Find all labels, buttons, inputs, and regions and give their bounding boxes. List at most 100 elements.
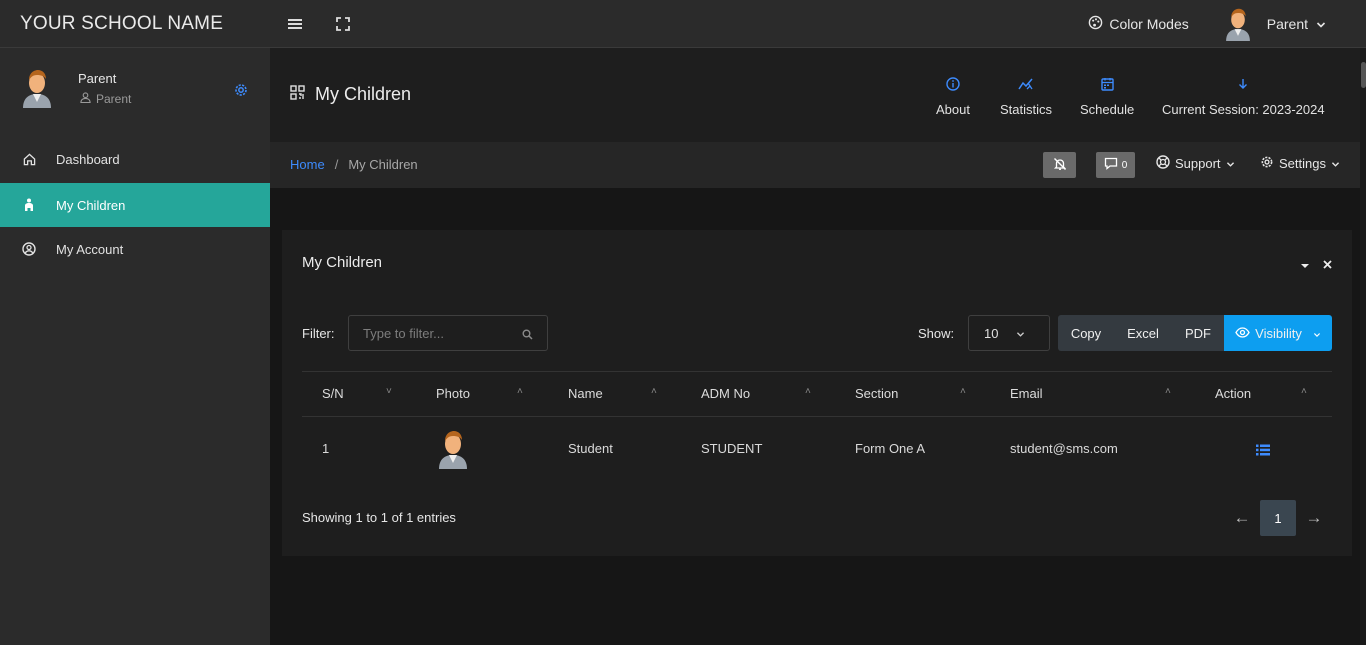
cell-name: Student bbox=[568, 441, 613, 456]
hamburger-menu-icon[interactable] bbox=[283, 12, 307, 36]
previous-page-button[interactable]: ← bbox=[1224, 500, 1260, 536]
sidebar-item-label: Dashboard bbox=[56, 151, 120, 167]
top-bar: YOUR SCHOOL NAME Color Modes Parent bbox=[0, 0, 1366, 48]
settings-label: Settings bbox=[1279, 156, 1326, 171]
chat-icon bbox=[1104, 157, 1118, 173]
sidebar-role-label: Parent bbox=[96, 92, 132, 106]
column-header-email[interactable]: Email bbox=[1010, 386, 1043, 401]
show-label: Show: bbox=[918, 326, 955, 341]
sidebar-user-name: Parent bbox=[78, 71, 117, 86]
lifebuoy-icon bbox=[1156, 155, 1170, 172]
home-icon bbox=[21, 151, 37, 167]
header-link-label: Statistics bbox=[1000, 102, 1053, 117]
chart-icon bbox=[1018, 76, 1034, 92]
child-icon bbox=[21, 197, 37, 213]
sidebar: Parent Parent Dashboard My Children My A… bbox=[0, 48, 270, 645]
cell-sn: 1 bbox=[322, 441, 330, 456]
support-label: Support bbox=[1175, 156, 1221, 171]
pdf-button[interactable]: PDF bbox=[1172, 315, 1224, 351]
my-children-card: My Children Filter: Show: 10 Copy Excel … bbox=[282, 230, 1352, 556]
settings-menu[interactable]: Settings bbox=[1260, 155, 1340, 172]
chevron-down-icon bbox=[1016, 326, 1025, 341]
user-icon bbox=[80, 92, 91, 106]
close-icon[interactable] bbox=[1323, 256, 1332, 272]
page-size-select[interactable]: 10 bbox=[968, 315, 1050, 351]
eye-icon bbox=[1235, 326, 1250, 341]
sort-asc-icon[interactable]: ˄ bbox=[651, 386, 657, 397]
brand-name[interactable]: YOUR SCHOOL NAME bbox=[0, 0, 270, 48]
user-label: Parent bbox=[1266, 16, 1308, 32]
card-tools bbox=[1301, 256, 1332, 272]
pagination: ← 1 → bbox=[1224, 500, 1332, 536]
column-header-action[interactable]: Action bbox=[1215, 386, 1251, 401]
chevron-down-icon bbox=[1226, 156, 1235, 171]
copy-button[interactable]: Copy bbox=[1058, 315, 1114, 351]
filter-label: Filter: bbox=[302, 326, 335, 341]
chevron-down-icon bbox=[1313, 326, 1321, 341]
scrollbar-track[interactable] bbox=[1360, 48, 1366, 645]
notifications-off-button[interactable] bbox=[1043, 152, 1076, 178]
filter-input[interactable] bbox=[349, 316, 547, 350]
children-table: S/N ˅ Photo ˄ Name ˄ ADM No ˄ Section ˄ … bbox=[302, 371, 1332, 481]
avatar bbox=[20, 68, 54, 108]
header-link-label: About bbox=[936, 102, 970, 117]
header-link-label: Schedule bbox=[1080, 102, 1135, 117]
gear-icon[interactable] bbox=[233, 82, 249, 98]
fullscreen-icon[interactable] bbox=[331, 12, 355, 36]
header-link-label: Current Session: 2023-2024 bbox=[1162, 102, 1325, 117]
bell-slash-icon bbox=[1053, 157, 1067, 174]
column-header-name[interactable]: Name bbox=[568, 386, 603, 401]
sort-asc-icon[interactable]: ˄ bbox=[1301, 386, 1307, 397]
column-header-sn[interactable]: S/N bbox=[322, 386, 344, 401]
column-header-adm-no[interactable]: ADM No bbox=[701, 386, 750, 401]
cell-adm-no: STUDENT bbox=[701, 441, 763, 456]
sort-asc-icon[interactable]: ˄ bbox=[960, 386, 966, 397]
chevron-down-icon bbox=[1331, 156, 1340, 171]
breadcrumb-current: My Children bbox=[348, 157, 418, 172]
palette-icon bbox=[1088, 15, 1103, 33]
chevron-down-icon bbox=[1316, 16, 1326, 32]
page-size-value: 10 bbox=[984, 325, 999, 341]
sort-asc-icon[interactable]: ˄ bbox=[517, 386, 523, 397]
search-icon bbox=[522, 327, 533, 343]
column-header-photo[interactable]: Photo bbox=[436, 386, 470, 401]
filter-field bbox=[348, 315, 548, 351]
list-details-icon[interactable] bbox=[1256, 443, 1272, 457]
visibility-button[interactable]: Visibility bbox=[1224, 315, 1332, 351]
breadcrumb-home-link[interactable]: Home bbox=[290, 157, 325, 172]
sidebar-item-label: My Account bbox=[56, 241, 124, 257]
user-menu[interactable]: Parent bbox=[1223, 7, 1326, 41]
breadcrumb-separator: / bbox=[334, 157, 339, 172]
sort-asc-icon[interactable]: ˄ bbox=[805, 386, 811, 397]
sidebar-item-my-children[interactable]: My Children bbox=[0, 183, 270, 227]
sort-desc-icon[interactable]: ˅ bbox=[386, 386, 392, 397]
info-icon bbox=[945, 76, 961, 92]
scrollbar-thumb[interactable] bbox=[1361, 62, 1366, 88]
table-info: Showing 1 to 1 of 1 entries bbox=[302, 510, 456, 525]
gear-icon bbox=[1260, 155, 1274, 172]
header-link-session[interactable]: Current Session: 2023-2024 bbox=[1162, 76, 1325, 117]
sort-asc-icon[interactable]: ˄ bbox=[1165, 386, 1171, 397]
header-link-statistics[interactable]: Statistics bbox=[1000, 76, 1052, 117]
avatar bbox=[1223, 7, 1253, 41]
visibility-label: Visibility bbox=[1255, 325, 1302, 341]
sidebar-item-dashboard[interactable]: Dashboard bbox=[0, 137, 270, 181]
excel-button[interactable]: Excel bbox=[1114, 315, 1172, 351]
next-page-button[interactable]: → bbox=[1296, 500, 1332, 536]
sidebar-item-my-account[interactable]: My Account bbox=[0, 227, 270, 271]
sidebar-user-role: Parent bbox=[80, 92, 131, 106]
export-button-group: Copy Excel PDF Visibility bbox=[1058, 315, 1332, 351]
header-link-about[interactable]: About bbox=[936, 76, 970, 117]
messages-button[interactable]: 0 bbox=[1096, 152, 1135, 178]
color-modes-button[interactable]: Color Modes bbox=[1088, 15, 1189, 33]
column-header-section[interactable]: Section bbox=[855, 386, 898, 401]
collapse-caret-icon[interactable] bbox=[1301, 256, 1309, 272]
qr-code-icon bbox=[290, 84, 305, 105]
table-row: 1 Student STUDENT Form One A student@sms… bbox=[302, 417, 1332, 481]
header-link-schedule[interactable]: Schedule bbox=[1080, 76, 1134, 117]
page-button-1[interactable]: 1 bbox=[1260, 500, 1296, 536]
calendar-icon bbox=[1099, 76, 1115, 92]
messages-count: 0 bbox=[1121, 159, 1128, 171]
arrow-down-icon bbox=[1235, 76, 1251, 92]
support-menu[interactable]: Support bbox=[1156, 155, 1235, 172]
